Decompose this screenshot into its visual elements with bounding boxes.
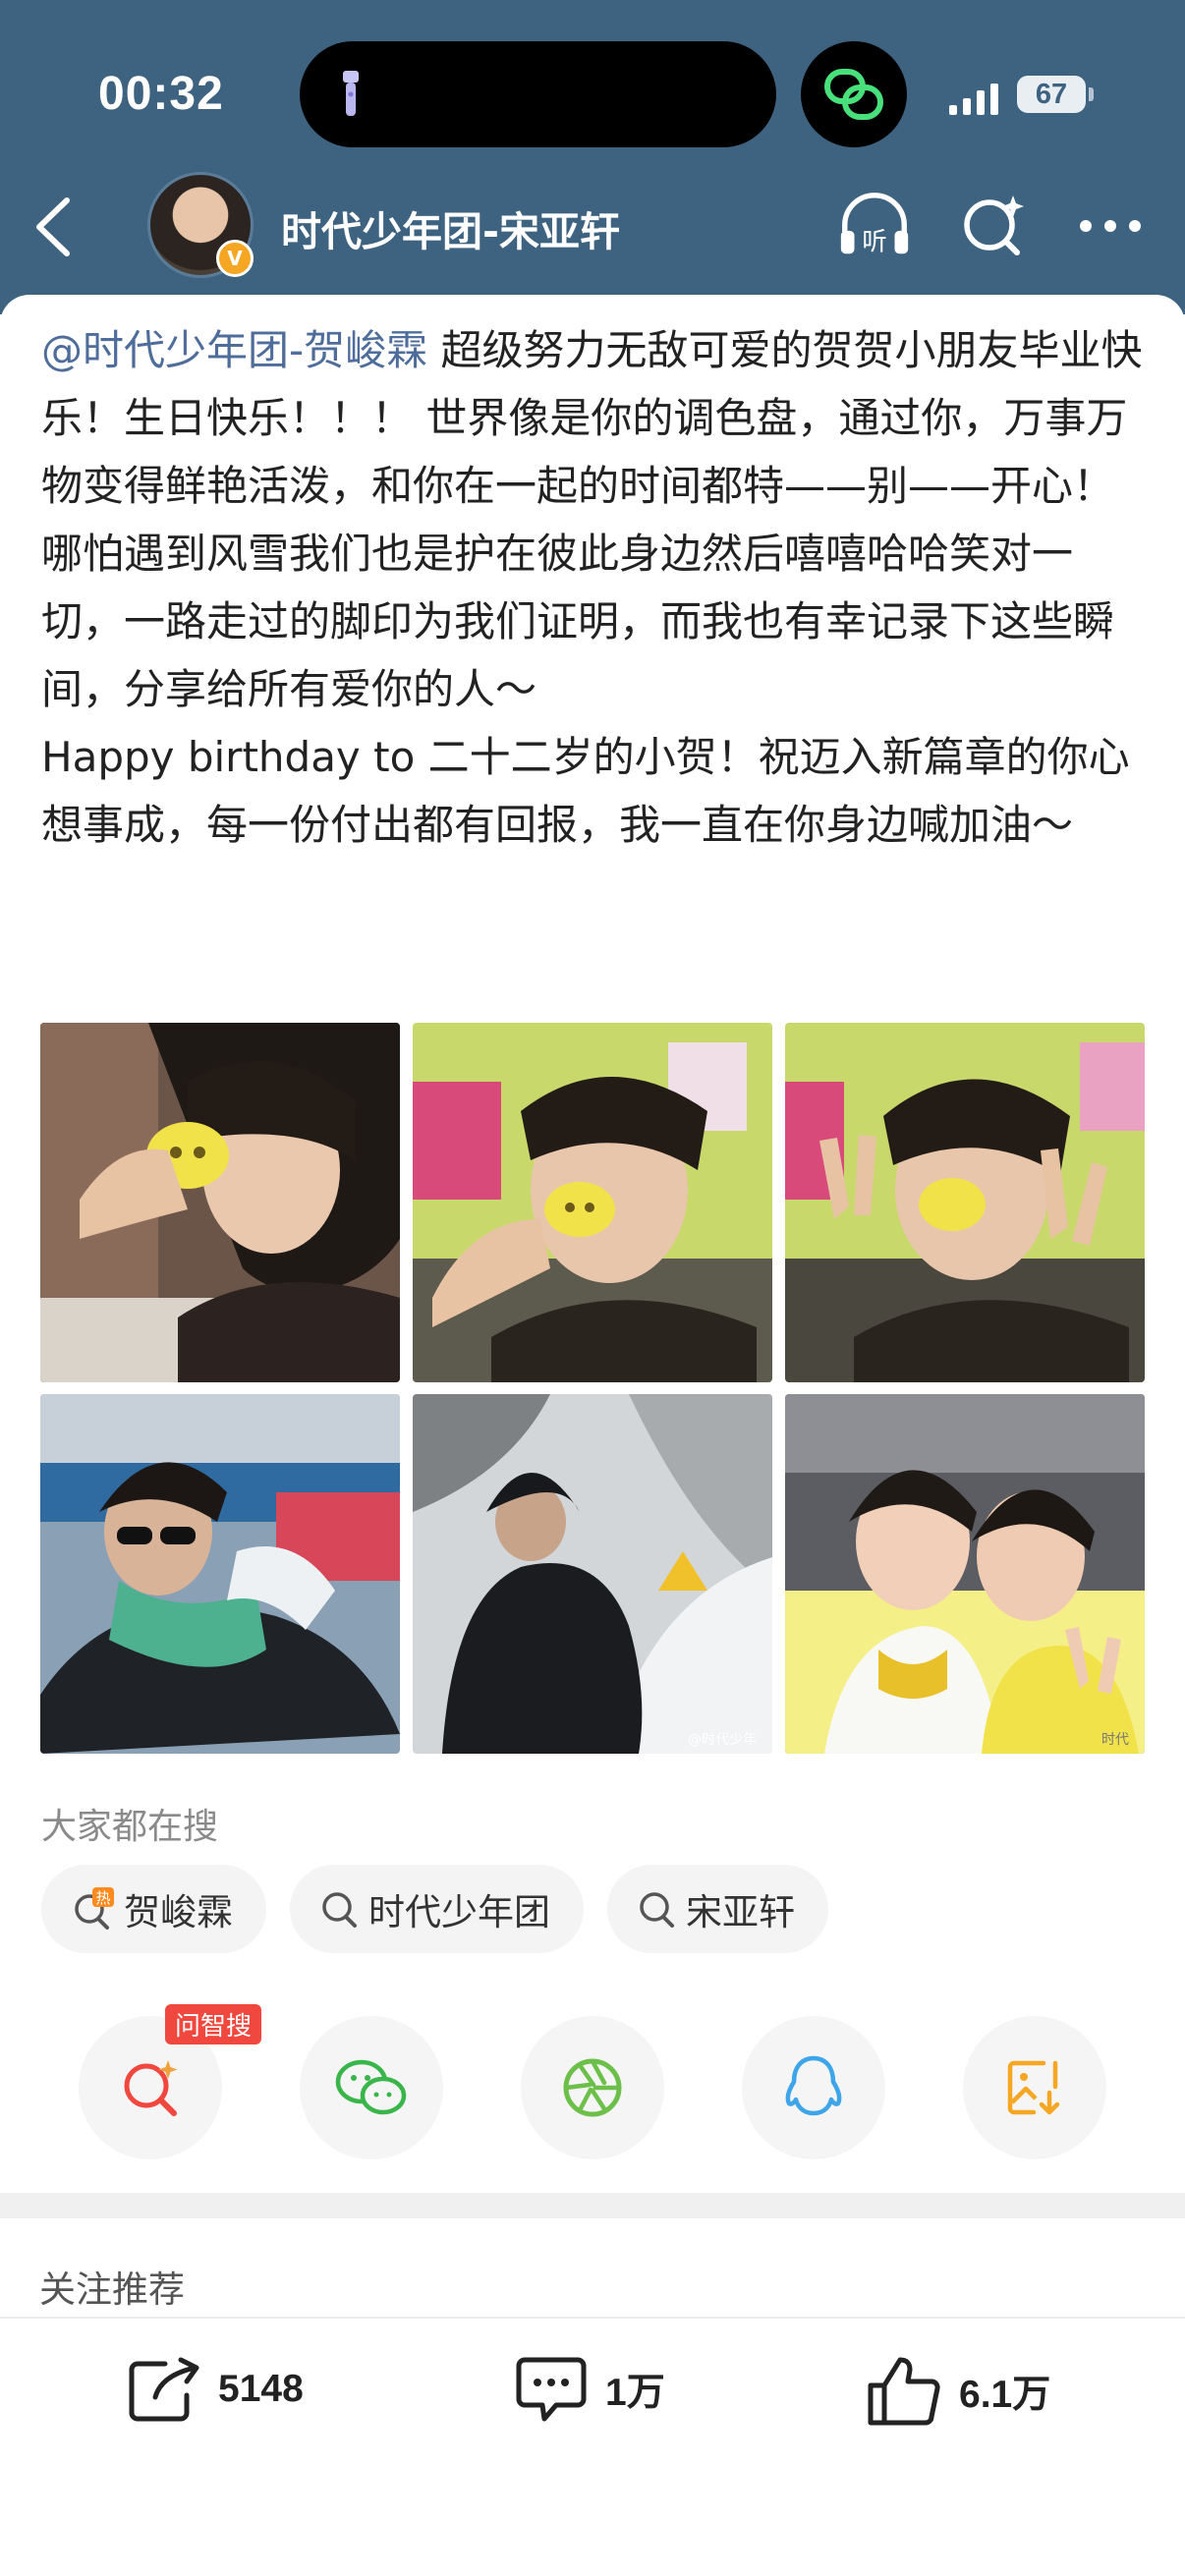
hot-badge: 热 bbox=[95, 1889, 110, 1907]
comment-button[interactable]: 1万 bbox=[513, 2354, 665, 2425]
share-qq-button[interactable] bbox=[742, 2016, 885, 2159]
photo-4[interactable] bbox=[40, 1394, 400, 1754]
wechat-icon bbox=[335, 2059, 407, 2115]
hot-search-chips: 热 贺峻霖 时代少年团 宋亚轩 bbox=[41, 1865, 828, 1953]
chip-label: 时代少年团 bbox=[368, 1891, 550, 1933]
ai-search-icon bbox=[124, 2060, 178, 2116]
photo-1[interactable] bbox=[40, 1023, 400, 1382]
post-paragraph-2: Happy birthday to 二十二岁的小贺！祝迈入新篇章的你心想事成，每… bbox=[41, 733, 1130, 849]
moments-aperture-icon bbox=[563, 2058, 622, 2117]
bottom-action-bar: 5148 1万 6.1万 bbox=[0, 2317, 1185, 2576]
svg-text:听: 听 bbox=[862, 226, 886, 255]
share-moments-button[interactable] bbox=[521, 2016, 664, 2159]
status-time: 00:32 bbox=[98, 68, 224, 120]
hot-search-chip-2[interactable]: 时代少年团 bbox=[290, 1865, 584, 1953]
search-sparkle-icon bbox=[964, 196, 1024, 255]
nav-bar: V 时代少年团-宋亚轩 听 bbox=[0, 167, 1185, 290]
post-text-body: 超级努力无敌可爱的贺贺小朋友毕业快乐！生日快乐！！！ 世界像是你的调色盘，通过你… bbox=[41, 326, 1143, 713]
more-dots-icon bbox=[1080, 220, 1141, 232]
more-button[interactable] bbox=[1071, 187, 1150, 265]
repost-button[interactable]: 5148 bbox=[126, 2354, 304, 2425]
listen-button[interactable]: 听 bbox=[835, 187, 914, 265]
thumbs-up-icon bbox=[868, 2357, 940, 2426]
photo-6-watermark: 时代 bbox=[1101, 1732, 1129, 1748]
repost-count: 5148 bbox=[218, 2368, 304, 2410]
post-paragraph-1: @时代少年团-贺峻霖 超级努力无敌可爱的贺贺小朋友毕业快乐！生日快乐！！！ 世界… bbox=[41, 316, 1152, 723]
photo-2[interactable] bbox=[413, 1023, 772, 1382]
comment-icon bbox=[516, 2357, 587, 2422]
save-image-icon bbox=[1007, 2060, 1060, 2115]
save-image-button[interactable] bbox=[963, 2016, 1106, 2159]
search-icon bbox=[322, 1892, 357, 1928]
status-bar: 00:32 67 bbox=[0, 0, 1185, 167]
live-activity-icon[interactable] bbox=[801, 41, 907, 147]
ai-search-badge: 问智搜 bbox=[165, 2004, 262, 2044]
like-button[interactable]: 6.1万 bbox=[865, 2354, 1050, 2429]
share-row: 问智搜 bbox=[79, 2004, 1106, 2159]
cellular-signal-icon bbox=[949, 82, 998, 115]
qq-penguin-icon bbox=[785, 2055, 842, 2116]
headphones-icon: 听 bbox=[840, 193, 909, 255]
page-title[interactable]: 时代少年团-宋亚轩 bbox=[281, 198, 620, 257]
chip-label: 宋亚轩 bbox=[686, 1891, 795, 1933]
hot-search-icon: 热 bbox=[75, 1887, 114, 1930]
photo-3[interactable] bbox=[785, 1023, 1145, 1382]
dynamic-island bbox=[300, 41, 776, 147]
like-count: 6.1万 bbox=[959, 2374, 1051, 2416]
back-arrow-icon[interactable] bbox=[28, 193, 83, 261]
hot-search-label: 大家都在搜 bbox=[41, 1807, 219, 1847]
verified-badge: V bbox=[216, 240, 254, 277]
hot-search-chip-1[interactable]: 热 贺峻霖 bbox=[41, 1865, 266, 1953]
hot-search-chip-3[interactable]: 宋亚轩 bbox=[607, 1865, 828, 1953]
search-icon bbox=[640, 1892, 674, 1928]
share-wechat-button[interactable] bbox=[300, 2016, 443, 2159]
ai-search-button[interactable]: 问智搜 bbox=[79, 2004, 262, 2159]
flashlight-icon bbox=[343, 71, 359, 116]
photo-grid: @时代少年 时代 bbox=[40, 1023, 1145, 1754]
search-button[interactable] bbox=[953, 187, 1032, 265]
recommend-label: 关注推荐 bbox=[39, 2268, 185, 2311]
mention-link[interactable]: @时代少年团-贺峻霖 bbox=[41, 326, 427, 374]
repost-icon bbox=[129, 2357, 199, 2422]
post-text: @时代少年团-贺峻霖 超级努力无敌可爱的贺贺小朋友毕业快乐！生日快乐！！！ 世界… bbox=[41, 316, 1152, 859]
photo-5-watermark: @时代少年 bbox=[688, 1732, 757, 1748]
section-divider bbox=[0, 2193, 1185, 2218]
comment-count: 1万 bbox=[605, 2372, 665, 2414]
battery-indicator: 67 bbox=[1017, 76, 1086, 113]
link-rings-icon bbox=[824, 69, 883, 120]
chip-label: 贺峻霖 bbox=[124, 1891, 233, 1933]
photo-5[interactable]: @时代少年 bbox=[413, 1394, 772, 1754]
photo-6[interactable]: 时代 bbox=[785, 1394, 1145, 1754]
battery-tip bbox=[1089, 87, 1094, 101]
